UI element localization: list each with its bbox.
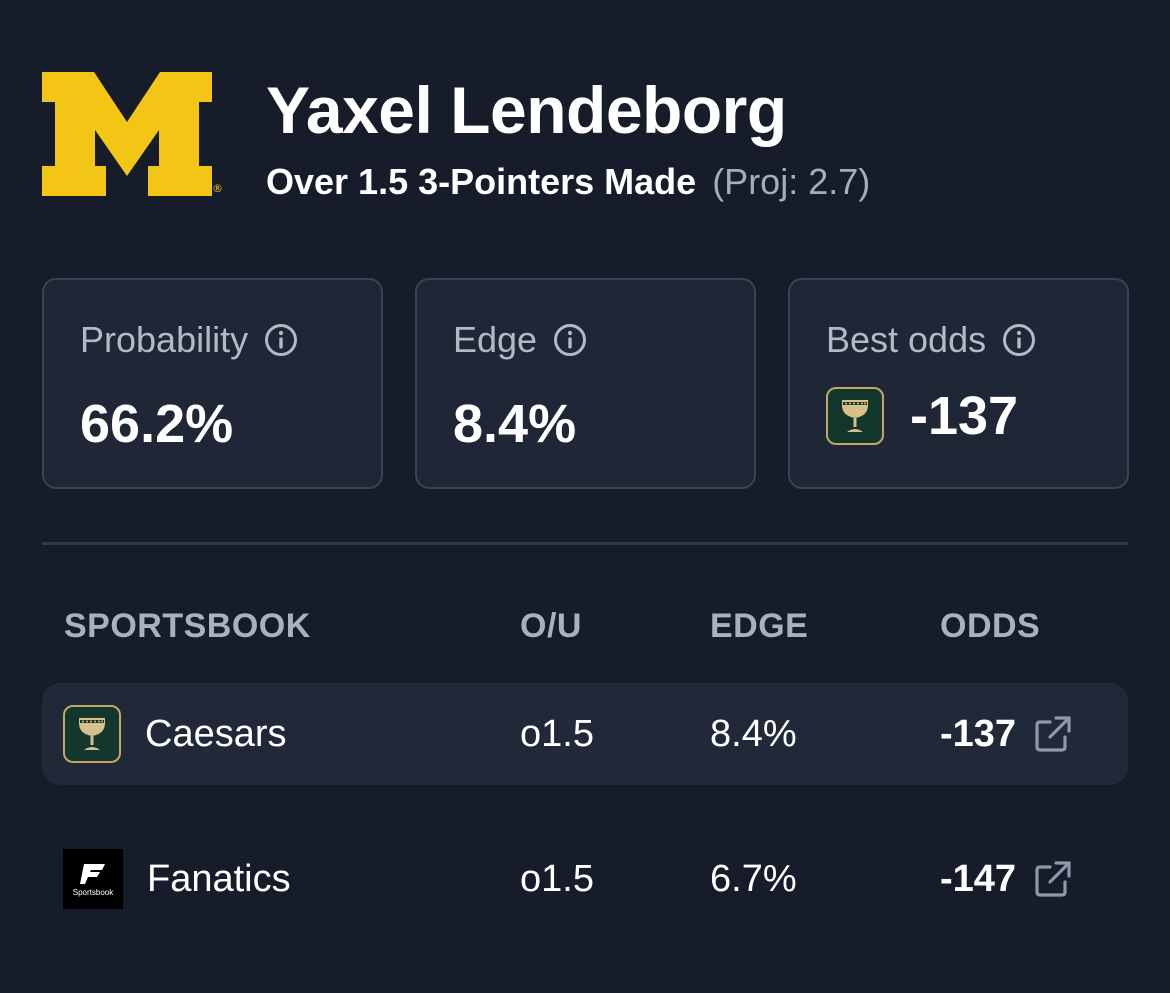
odds-value: -137 xyxy=(940,712,1017,755)
edge-value: 8.4% xyxy=(710,712,797,755)
stat-cards: Probability 66.2% Edge 8.4% Best odds -1… xyxy=(42,278,1129,489)
caesars-logo-icon xyxy=(826,387,884,445)
column-header-edge: EDGE xyxy=(710,607,809,645)
probability-label: Probability xyxy=(80,319,249,360)
probability-card: Probability 66.2% xyxy=(42,278,383,489)
michigan-logo-icon: ® xyxy=(42,72,224,198)
edge-label: Edge xyxy=(453,319,538,360)
edge-value: 6.7% xyxy=(710,857,797,900)
info-icon[interactable] xyxy=(264,323,298,357)
player-name: Yaxel Lendeborg xyxy=(266,73,787,147)
column-header-sportsbook: SPORTSBOOK xyxy=(64,607,311,645)
table-header: SPORTSBOOK O/U EDGE ODDS xyxy=(0,604,1170,648)
fanatics-logo-icon: Sportsbook xyxy=(63,849,123,909)
edge-card: Edge 8.4% xyxy=(415,278,756,489)
best-odds-card: Best odds -137 xyxy=(788,278,1129,489)
column-header-ou: O/U xyxy=(520,607,582,645)
player-header: ® Yaxel Lendeborg Over 1.5 3-Pointers Ma… xyxy=(42,72,870,202)
ou-value: o1.5 xyxy=(520,857,594,900)
info-icon[interactable] xyxy=(553,323,587,357)
best-odds-label: Best odds xyxy=(826,319,987,360)
divider xyxy=(42,542,1128,545)
ou-value: o1.5 xyxy=(520,712,594,755)
table-row[interactable]: Sportsbook Fanatics o1.5 6.7% -147 xyxy=(42,828,1128,930)
sportsbook-name: Fanatics xyxy=(147,857,291,900)
external-link-icon[interactable] xyxy=(1034,715,1072,753)
odds-cell: -147 xyxy=(940,828,1072,930)
prop-detail-page: ® Yaxel Lendeborg Over 1.5 3-Pointers Ma… xyxy=(0,0,1170,993)
table-row[interactable]: Caesars o1.5 8.4% -137 xyxy=(42,683,1128,785)
external-link-icon[interactable] xyxy=(1034,860,1072,898)
odds-cell: -137 xyxy=(940,683,1072,785)
market-label: Over 1.5 3-Pointers Made xyxy=(266,161,697,202)
market-line: Over 1.5 3-Pointers Made (Proj: 2.7) xyxy=(266,162,870,202)
projection-text: (Proj: 2.7) xyxy=(712,161,871,202)
fanatics-logo-text: Sportsbook xyxy=(72,887,114,897)
info-icon[interactable] xyxy=(1002,323,1036,357)
edge-value: 8.4% xyxy=(453,394,577,454)
odds-value: -147 xyxy=(940,857,1017,900)
best-odds-value: -137 xyxy=(910,386,1019,446)
column-header-odds: ODDS xyxy=(940,607,1041,645)
sportsbook-name: Caesars xyxy=(145,712,287,755)
probability-value: 66.2% xyxy=(80,394,234,454)
caesars-logo-icon xyxy=(63,705,121,763)
